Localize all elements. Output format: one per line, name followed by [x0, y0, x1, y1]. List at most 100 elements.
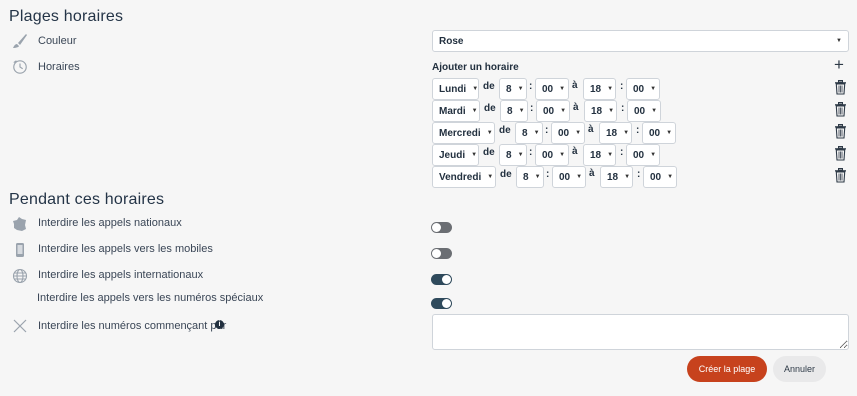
end-minute-select[interactable]: 00 ▼ — [643, 166, 677, 188]
start-minute-select[interactable]: 00 ▼ — [535, 144, 569, 166]
start-minute-select-value: 00 — [558, 127, 570, 139]
end-minute-select[interactable]: 00 ▼ — [627, 100, 661, 122]
plus-icon[interactable]: + — [834, 56, 844, 73]
end-minute-select[interactable]: 00 ▼ — [626, 144, 660, 166]
toggle-knob — [442, 299, 451, 308]
chevron-down-icon: ▼ — [666, 130, 673, 136]
start-minute-select-value: 00 — [542, 83, 554, 95]
start-hour-select[interactable]: 8 ▼ — [499, 78, 527, 100]
info-icon[interactable]: i — [215, 320, 224, 329]
start-hour-select[interactable]: 8 ▼ — [499, 144, 527, 166]
chevron-down-icon: ▼ — [486, 130, 493, 136]
start-minute-select[interactable]: 00 ▼ — [536, 100, 570, 122]
end-minute-select[interactable]: 00 ▼ — [642, 122, 676, 144]
chevron-down-icon: ▼ — [518, 108, 525, 114]
from-label: de — [483, 81, 495, 92]
end-minute-select-value: 00 — [633, 83, 645, 95]
restriction-special-label: Interdire les appels vers les numéros sp… — [37, 292, 264, 304]
restriction-prefix-label: Interdire les numéros commençant par — [38, 320, 227, 332]
end-minute-select-value: 00 — [633, 149, 645, 161]
start-hour-select[interactable]: 8 ▼ — [515, 122, 543, 144]
day-select[interactable]: Jeudi ▼ — [432, 144, 479, 166]
trash-icon[interactable] — [834, 80, 847, 100]
from-label: de — [484, 103, 496, 114]
chevron-down-icon: ▼ — [836, 38, 842, 44]
chevron-down-icon: ▼ — [575, 130, 582, 136]
chevron-down-icon: ▼ — [471, 108, 478, 114]
prefix-textarea[interactable] — [432, 314, 849, 350]
start-hour-select-value: 8 — [522, 127, 528, 139]
time-colon: : — [620, 81, 624, 92]
start-hour-select-value: 8 — [506, 83, 512, 95]
brush-icon — [12, 33, 28, 49]
chevron-down-icon: ▼ — [576, 174, 583, 180]
restriction-special-toggle[interactable] — [431, 298, 452, 309]
to-label: à — [573, 102, 579, 113]
trash-icon[interactable] — [834, 124, 847, 144]
day-select[interactable]: Mardi ▼ — [432, 100, 480, 122]
start-hour-select-value: 8 — [523, 171, 529, 183]
day-select-value: Mardi — [439, 105, 466, 117]
end-hour-select-value: 18 — [590, 149, 602, 161]
start-hour-select-value: 8 — [506, 149, 512, 161]
chevron-down-icon: ▼ — [607, 152, 614, 158]
chevron-down-icon: ▼ — [534, 174, 541, 180]
time-colon: : — [529, 147, 533, 158]
time-colon: : — [545, 125, 549, 136]
chevron-down-icon: ▼ — [559, 152, 566, 158]
end-hour-select[interactable]: 18 ▼ — [583, 78, 616, 100]
end-minute-select-value: 00 — [650, 171, 662, 183]
end-hour-select-value: 18 — [591, 105, 603, 117]
trash-icon[interactable] — [834, 102, 847, 122]
restriction-national-label: Interdire les appels nationaux — [38, 217, 182, 229]
trash-icon[interactable] — [834, 168, 847, 188]
chevron-down-icon: ▼ — [623, 130, 630, 136]
color-select[interactable]: Rose ▼ — [432, 30, 849, 52]
day-select[interactable]: Mercredi ▼ — [432, 122, 495, 144]
to-label: à — [572, 146, 578, 157]
to-label: à — [572, 80, 578, 91]
mobile-phone-icon — [12, 242, 28, 258]
to-label: à — [589, 168, 595, 179]
chevron-down-icon: ▼ — [517, 152, 524, 158]
chevron-down-icon: ▼ — [624, 174, 631, 180]
time-colon: : — [620, 147, 624, 158]
start-hour-select[interactable]: 8 ▼ — [516, 166, 544, 188]
end-hour-select[interactable]: 18 ▼ — [600, 166, 633, 188]
restriction-mobile-toggle[interactable] — [431, 248, 452, 259]
day-select-value: Mercredi — [439, 127, 481, 139]
chevron-down-icon: ▼ — [650, 152, 657, 158]
time-colon: : — [529, 81, 533, 92]
cross-icon — [12, 318, 28, 334]
cancel-button[interactable]: Annuler — [773, 356, 826, 382]
toggle-knob — [432, 249, 441, 258]
chevron-down-icon: ▼ — [650, 86, 657, 92]
end-hour-select[interactable]: 18 ▼ — [584, 100, 617, 122]
start-hour-select[interactable]: 8 ▼ — [500, 100, 528, 122]
start-minute-select[interactable]: 00 ▼ — [552, 166, 586, 188]
time-colon: : — [546, 169, 550, 180]
section-title-plages: Plages horaires — [9, 8, 124, 25]
end-minute-select[interactable]: 00 ▼ — [626, 78, 660, 100]
end-hour-select[interactable]: 18 ▼ — [583, 144, 616, 166]
chevron-down-icon: ▼ — [487, 174, 494, 180]
from-label: de — [499, 125, 511, 136]
restriction-national-toggle[interactable] — [431, 222, 452, 233]
globe-icon — [12, 268, 28, 284]
end-hour-select[interactable]: 18 ▼ — [599, 122, 632, 144]
day-select[interactable]: Lundi ▼ — [432, 78, 479, 100]
from-label: de — [500, 169, 512, 180]
start-minute-select-value: 00 — [559, 171, 571, 183]
start-minute-select[interactable]: 00 ▼ — [535, 78, 569, 100]
restriction-international-toggle[interactable] — [431, 274, 452, 285]
start-minute-select[interactable]: 00 ▼ — [551, 122, 585, 144]
day-select-value: Vendredi — [439, 171, 482, 183]
time-colon: : — [637, 169, 641, 180]
trash-icon[interactable] — [834, 146, 847, 166]
end-hour-select-value: 18 — [606, 127, 618, 139]
time-colon: : — [530, 103, 534, 114]
end-hour-select-value: 18 — [590, 83, 602, 95]
chevron-down-icon: ▼ — [667, 174, 674, 180]
day-select[interactable]: Vendredi ▼ — [432, 166, 496, 188]
create-button[interactable]: Créer la plage — [687, 356, 767, 382]
